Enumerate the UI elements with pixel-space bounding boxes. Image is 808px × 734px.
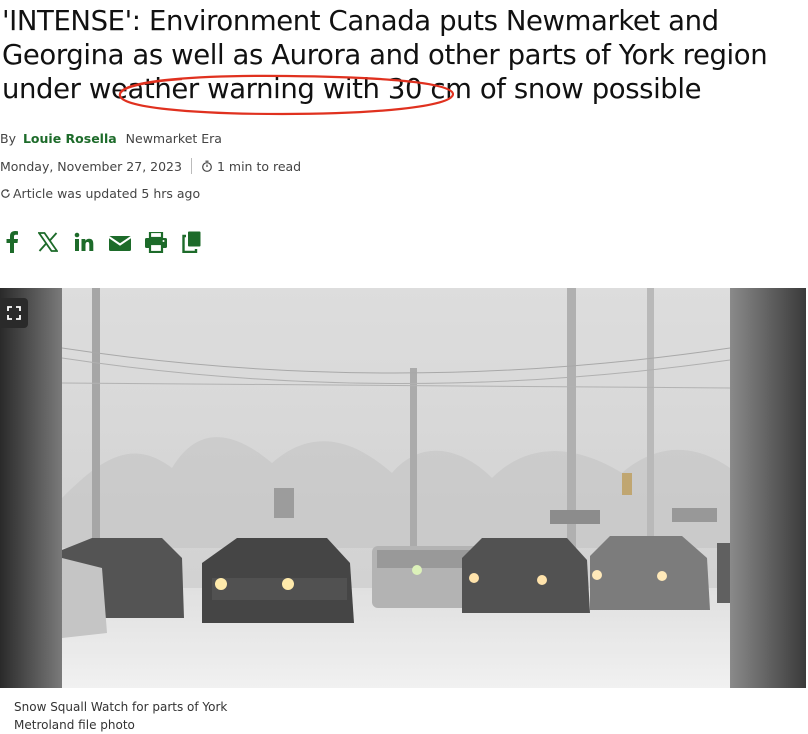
read-time: 1 min to read [216,158,302,174]
caption-credit: Metroland file photo [14,718,135,732]
byline: By Louie Rosella Newmarket Era [0,131,222,146]
divider [190,158,192,174]
media-blur-left [0,288,62,688]
share-bar [0,230,216,254]
headline-circled-text: ith 30 cm of snow possible [344,73,702,105]
print-icon[interactable] [144,230,168,254]
stopwatch-icon [202,160,212,172]
media-blur-right [730,288,806,688]
email-icon[interactable] [108,230,132,254]
copy-icon[interactable] [180,230,204,254]
updated-notice: Article was updated 5 hrs ago [0,186,200,201]
byline-prefix: By [0,131,16,146]
fullscreen-button[interactable] [0,298,28,328]
facebook-icon[interactable] [0,230,24,254]
expand-icon [7,306,21,320]
caption-line-1: Snow Squall Watch for parts of York [14,700,228,714]
x-icon[interactable] [36,230,60,254]
hero-media [0,288,806,688]
dateline: Monday, November 27, 2023 1 min to read [0,158,301,174]
updated-text: Article was updated 5 hrs ago [13,186,201,201]
photo-caption: Snow Squall Watch for parts of York Metr… [14,698,227,734]
publish-date: Monday, November 27, 2023 [0,158,182,174]
snowy-road-photo [62,288,730,688]
refresh-icon [1,189,10,198]
author-link[interactable]: Louie Rosella [23,131,117,146]
linkedin-icon[interactable] [72,230,96,254]
publication-name: Newmarket Era [125,131,222,146]
article-headline: 'INTENSE': Environment Canada puts Newma… [2,4,802,106]
